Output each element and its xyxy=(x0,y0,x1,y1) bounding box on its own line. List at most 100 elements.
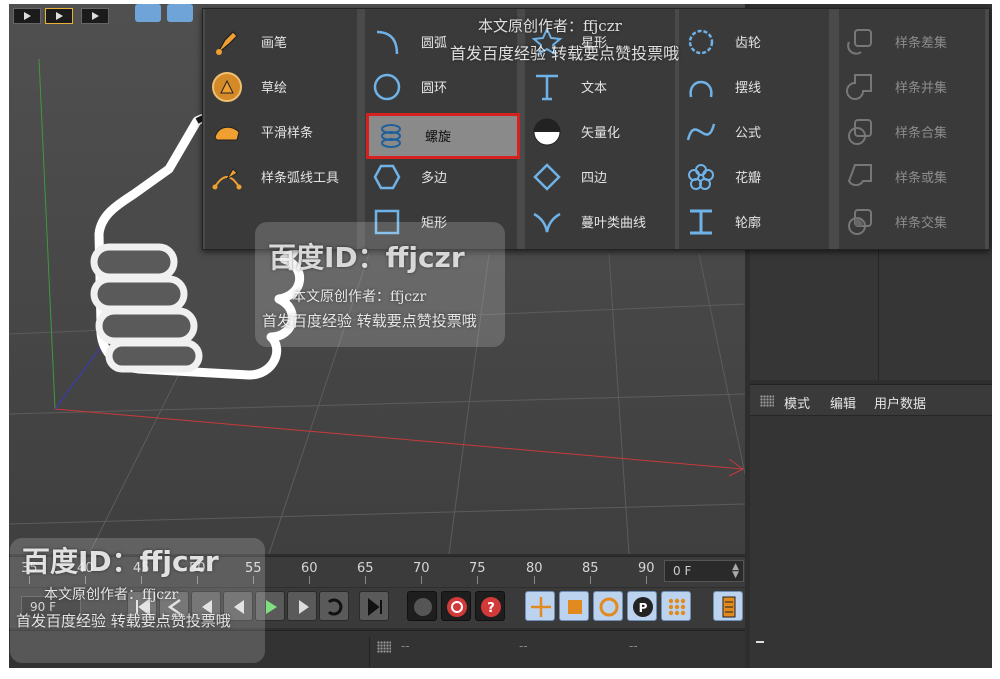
tab-user-data[interactable]: 用户数据 xyxy=(874,393,926,412)
4-side-icon xyxy=(533,163,561,191)
watermark-author: 本文原创作者：ffjczr xyxy=(478,17,622,35)
panel-grip-icon[interactable] xyxy=(760,395,774,407)
attribute-manager-panel: 模式 编辑 用户数据 xyxy=(750,384,992,668)
goto-end-button[interactable] xyxy=(359,591,389,621)
autokey-button[interactable] xyxy=(441,591,471,621)
record-disabled-button[interactable] xyxy=(407,591,437,621)
menu-item-label: 公式 xyxy=(735,126,762,141)
watermark-note: 首发百度经验 转载要点赞投票哦 xyxy=(262,312,477,330)
menu-item-label: 样条合集 xyxy=(895,126,948,141)
menu-item-smooth-spline[interactable]: 平滑样条 xyxy=(205,114,355,150)
menu-item-label: 文本 xyxy=(581,81,608,96)
point-level-key-button[interactable] xyxy=(661,591,691,621)
help-button[interactable]: ? xyxy=(475,591,505,621)
menu-item-pen[interactable]: 画笔 xyxy=(205,24,355,60)
watermark-author: 本文原创作者：ffjczr xyxy=(44,587,179,603)
menu-item-profile[interactable]: 轮廓 xyxy=(679,204,829,240)
menu-item-text[interactable]: 文本 xyxy=(525,69,675,105)
smooth-spline-icon xyxy=(214,126,240,141)
menu-item-spline-union[interactable]: 样条并集 xyxy=(839,69,985,105)
menu-item-spline-arc-tool[interactable]: 样条弧线工具 xyxy=(205,159,355,195)
menu-item-label: 矢量化 xyxy=(581,126,621,141)
menu-item-cog-wheel[interactable]: 齿轮 xyxy=(679,24,829,60)
current-frame-value: 0 F xyxy=(673,564,692,578)
circle-icon xyxy=(373,73,401,101)
menu-item-label: 蔓叶类曲线 xyxy=(581,216,647,231)
spline-union-icon xyxy=(846,74,872,100)
menu-item-label: 样条或集 xyxy=(895,171,948,186)
scale-key-button[interactable] xyxy=(559,591,589,621)
menu-item-label: 多边 xyxy=(421,171,448,186)
tab-edit[interactable]: 编辑 xyxy=(830,393,856,412)
coord-placeholder: -- xyxy=(401,639,410,653)
spline-menu-icon[interactable] xyxy=(167,4,193,22)
menu-item-spline-intersect[interactable]: 样条交集 xyxy=(839,204,985,240)
view-button[interactable] xyxy=(13,8,41,24)
menu-item-sketch[interactable]: 草绘 xyxy=(205,69,355,105)
spin-arrows-icon[interactable]: ▲ ▼ xyxy=(732,563,739,580)
next-frame-button[interactable] xyxy=(287,591,317,621)
menu-item-helix[interactable]: 螺旋 xyxy=(366,113,520,159)
menu-item-cissoid[interactable]: 蔓叶类曲线 xyxy=(525,204,675,240)
current-frame-field[interactable]: 0 F ▲ ▼ xyxy=(664,560,744,582)
panel-grip-icon[interactable] xyxy=(377,641,391,653)
watermark-id: 百度ID：ffjczr xyxy=(268,241,465,274)
spline-and-icon xyxy=(848,119,872,145)
y-axis xyxy=(38,58,56,410)
menu-item-spline-subtract[interactable]: 样条差集 xyxy=(839,24,985,60)
coord-placeholder: -- xyxy=(519,639,528,653)
svg-text:P: P xyxy=(639,601,648,615)
menu-item-label: 摆线 xyxy=(735,81,762,96)
tick-label: 60 xyxy=(301,561,318,576)
spline-intersect-icon xyxy=(848,209,872,235)
menu-item-label: 草绘 xyxy=(261,81,288,96)
tick-label: 65 xyxy=(357,561,374,576)
object-list-area[interactable] xyxy=(750,244,992,380)
menu-item-cycloid[interactable]: 摆线 xyxy=(679,69,829,105)
flower-icon xyxy=(688,164,714,190)
tick-label: 85 xyxy=(582,561,599,576)
menu-item-vectorizer[interactable]: 矢量化 xyxy=(525,114,675,150)
cog-wheel-icon xyxy=(688,29,714,55)
tab-mode[interactable]: 模式 xyxy=(784,393,810,412)
menu-item-label: 花瓣 xyxy=(735,171,762,186)
attribute-tabs: 模式 编辑 用户数据 xyxy=(750,385,992,416)
cube-icon[interactable] xyxy=(135,4,161,22)
menu-item-label: 样条并集 xyxy=(895,81,948,96)
watermark-author: 本文原创作者：ffjczr xyxy=(292,289,427,305)
formula-icon xyxy=(686,123,716,141)
menu-item-label: 四边 xyxy=(581,171,608,186)
polygon-icon xyxy=(373,164,401,190)
status-mark xyxy=(756,641,764,643)
arc-icon xyxy=(376,30,399,55)
helix-icon xyxy=(381,124,401,148)
timeline-window-button[interactable] xyxy=(713,591,743,621)
coord-placeholder: -- xyxy=(629,639,638,653)
tick-label: 90 xyxy=(638,561,655,576)
menu-item-label: 轮廓 xyxy=(735,216,762,231)
svg-text:?: ? xyxy=(487,601,495,616)
menu-item-flower[interactable]: 花瓣 xyxy=(679,159,829,195)
menu-item-polygon[interactable]: 多边 xyxy=(365,159,517,195)
profile-icon xyxy=(690,209,712,235)
menu-item-label: 平滑样条 xyxy=(261,126,314,141)
menu-item-circle[interactable]: 圆环 xyxy=(365,69,517,105)
view-button[interactable] xyxy=(81,8,109,24)
move-key-button[interactable] xyxy=(525,591,555,621)
menu-item-label: 样条差集 xyxy=(895,36,948,51)
rotate-key-button[interactable] xyxy=(593,591,623,621)
spline-subtract-icon xyxy=(847,29,872,55)
text-icon xyxy=(536,74,558,101)
menu-item-spline-and[interactable]: 样条合集 xyxy=(839,114,985,150)
parameter-key-button[interactable]: P xyxy=(627,591,657,621)
pen-icon xyxy=(216,31,238,55)
view-button-active[interactable] xyxy=(45,8,73,24)
watermark-note: 首发百度经验 转载要点赞投票哦 xyxy=(450,44,680,63)
tick-label: 75 xyxy=(469,561,486,576)
menu-item-spline-or[interactable]: 样条或集 xyxy=(839,159,985,195)
menu-item-formula[interactable]: 公式 xyxy=(679,114,829,150)
menu-item-4-side[interactable]: 四边 xyxy=(525,159,675,195)
loop-button[interactable] xyxy=(319,591,349,621)
vectorizer-icon xyxy=(533,118,561,146)
sketch-icon xyxy=(212,72,242,102)
